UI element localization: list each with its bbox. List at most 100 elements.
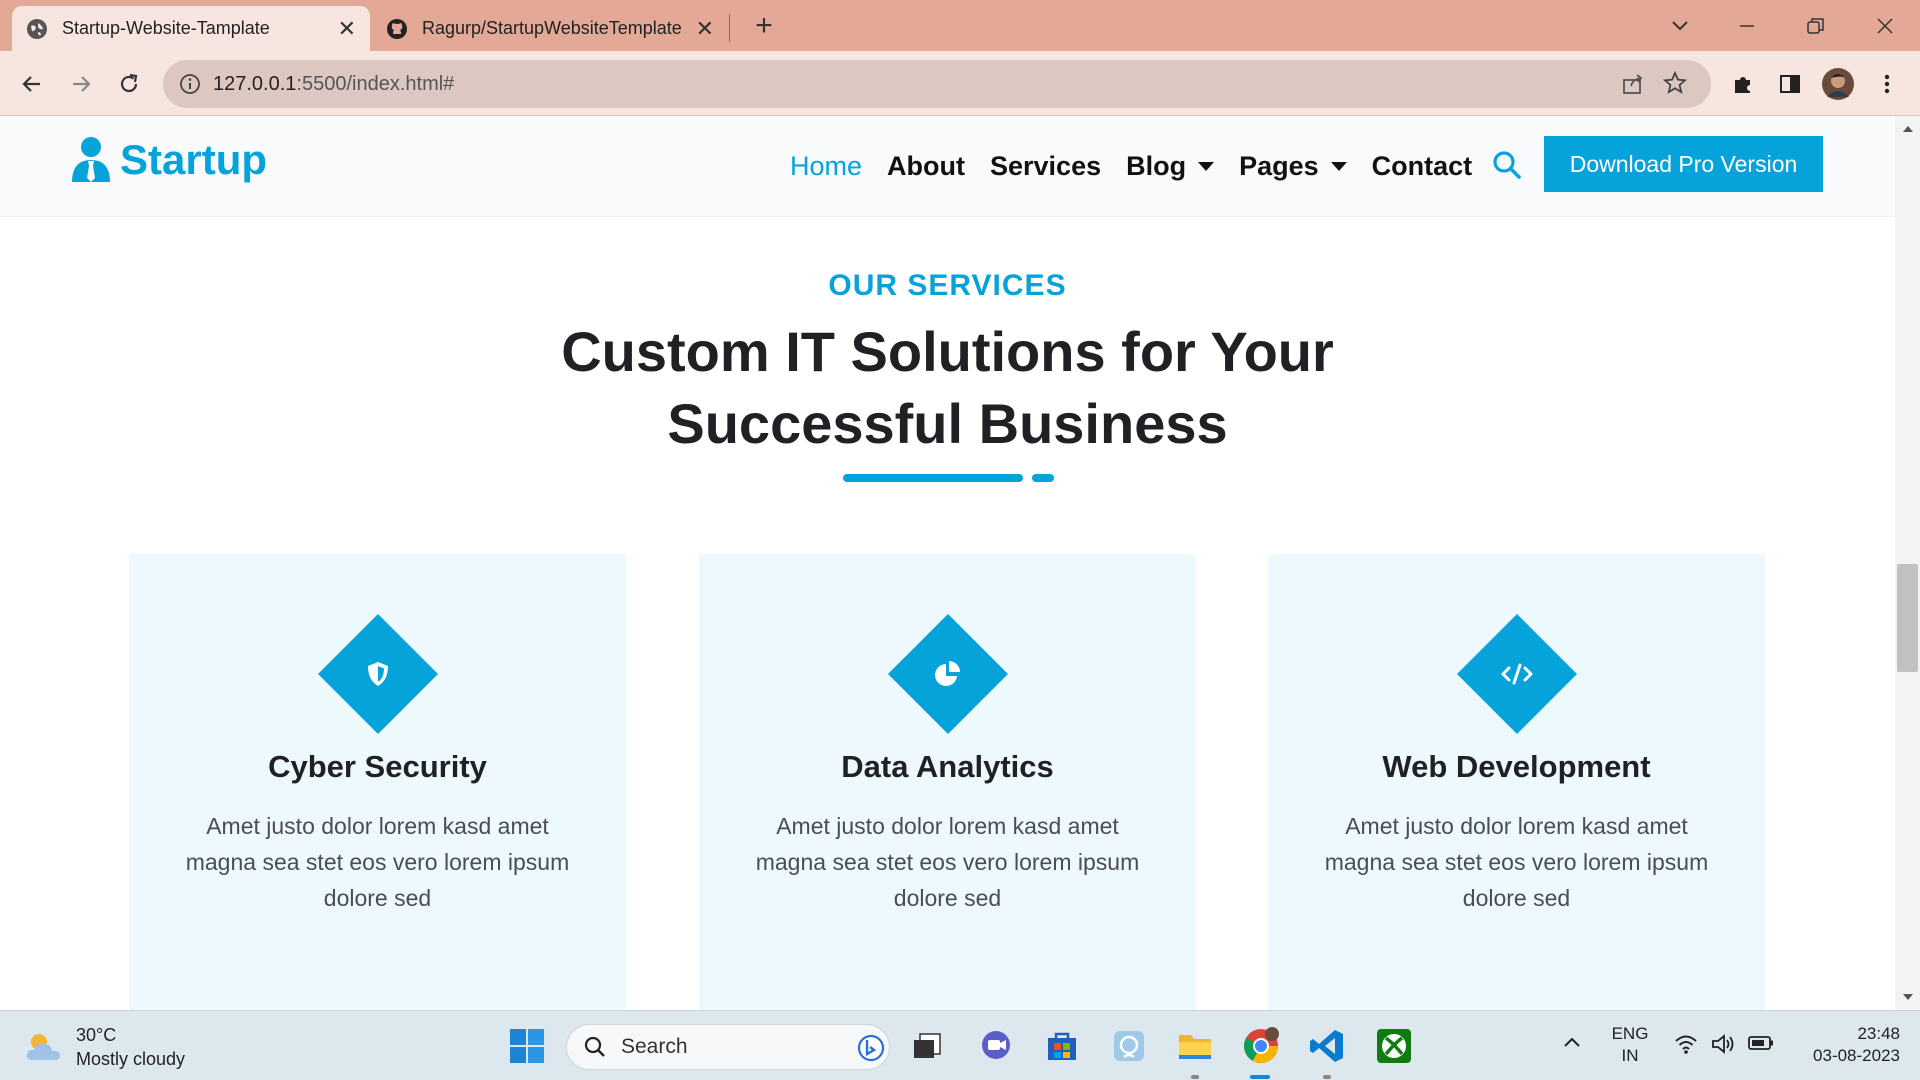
globe-icon	[26, 18, 48, 40]
browser-toolbar: 127.0.0.1:5500/index.html#	[0, 51, 1920, 116]
brand-logo[interactable]: Startup	[70, 136, 267, 184]
page-viewport: Startup Home About Services Blog Pages C…	[0, 116, 1920, 1010]
tab-title: Startup-Website-Tamplate	[62, 18, 270, 38]
clock-time: 23:48	[1857, 1024, 1900, 1043]
weather-desc: Mostly cloudy	[76, 1049, 186, 1069]
section-title: Custom IT Solutions for Your Successful …	[0, 316, 1895, 460]
nav-services[interactable]: Services	[990, 151, 1101, 182]
card-title: Cyber Security	[268, 749, 487, 784]
main-menu: Home About Services Blog Pages Contact	[790, 116, 1497, 216]
minimize-icon[interactable]	[1727, 8, 1767, 44]
search-label: Search	[621, 1035, 688, 1058]
vscode-icon[interactable]	[1306, 1025, 1348, 1067]
code-icon	[1457, 614, 1577, 734]
shield-icon	[318, 614, 438, 734]
weather-temp: 30°C	[76, 1025, 117, 1045]
tab-startup-website[interactable]: Startup-Website-Tamplate ✕	[12, 6, 370, 51]
pie-chart-icon	[888, 614, 1008, 734]
close-tab-icon[interactable]: ✕	[696, 16, 714, 42]
service-card-web-development: Web Development Amet justo dolor lorem k…	[1268, 554, 1765, 1010]
user-tie-icon	[72, 137, 110, 182]
card-title: Web Development	[1382, 749, 1651, 784]
profile-avatar[interactable]	[1819, 65, 1857, 103]
nav-pages[interactable]: Pages	[1239, 151, 1347, 182]
url-text: 127.0.0.1:5500/index.html#	[213, 72, 455, 95]
restore-icon[interactable]	[1796, 8, 1836, 44]
close-window-icon[interactable]	[1865, 8, 1905, 44]
section-title-line1: Custom IT Solutions for Your	[561, 320, 1334, 383]
volume-icon[interactable]	[1711, 1033, 1737, 1060]
brand-name: Startup	[120, 136, 267, 183]
extensions-puzzle-icon[interactable]	[1724, 65, 1762, 103]
language-code: ENG	[1611, 1024, 1649, 1043]
page-scrollbar[interactable]	[1895, 116, 1920, 1010]
card-description-line: dolore sed	[323, 885, 432, 911]
side-panel-icon[interactable]	[1771, 65, 1809, 103]
share-icon[interactable]	[1621, 72, 1645, 101]
new-tab-icon[interactable]: +	[744, 8, 784, 44]
language-indicator[interactable]: ENG IN	[1605, 1023, 1655, 1067]
tab-search-chevron-icon[interactable]	[1660, 8, 1700, 44]
nav-pages-label: Pages	[1239, 150, 1319, 181]
card-description: Amet justo dolor lorem kasd amet magna s…	[739, 808, 1156, 916]
back-arrow-icon[interactable]	[13, 65, 51, 103]
card-description-line: Amet justo dolor lorem kasd amet	[206, 813, 549, 839]
card-description-line: dolore sed	[893, 885, 1002, 911]
site-info-icon[interactable]	[179, 73, 201, 100]
microsoft-store-icon[interactable]	[1041, 1025, 1083, 1067]
scroll-down-arrow-icon[interactable]	[1902, 992, 1914, 1002]
section-eyebrow: OUR SERVICES	[828, 269, 1067, 302]
nav-contact[interactable]: Contact	[1372, 151, 1473, 182]
browser-tab-bar: Startup-Website-Tamplate ✕ Ragurp/Startu…	[0, 0, 1920, 51]
weather-widget[interactable]: 30°C Mostly cloudy	[24, 1023, 185, 1071]
clock-date: 03-08-2023	[1813, 1046, 1900, 1065]
search-icon[interactable]	[1490, 148, 1524, 182]
active-indicator	[1250, 1075, 1270, 1079]
title-underline-dot	[1032, 474, 1054, 482]
card-description-line: magna sea stet eos vero lorem ipsum	[1324, 849, 1709, 875]
card-title: Data Analytics	[841, 749, 1054, 784]
bing-chat-icon[interactable]	[857, 1034, 885, 1062]
nav-blog-label: Blog	[1126, 150, 1187, 181]
service-card-cyber-security: Cyber Security Amet justo dolor lorem ka…	[129, 554, 626, 1010]
caret-down-icon	[1330, 161, 1347, 171]
taskbar-search[interactable]: Search	[566, 1024, 890, 1070]
windows-start-icon[interactable]	[506, 1025, 548, 1067]
support-app-icon[interactable]	[1108, 1025, 1150, 1067]
github-icon	[386, 18, 408, 40]
tab-title: Ragurp/StartupWebsiteTemplate	[422, 18, 682, 38]
download-pro-button[interactable]: Download Pro Version	[1544, 136, 1823, 192]
card-description-line: magna sea stet eos vero lorem ipsum	[185, 849, 570, 875]
caret-down-icon	[1198, 161, 1215, 171]
card-description: Amet justo dolor lorem kasd amet magna s…	[1308, 808, 1725, 916]
teams-chat-icon[interactable]	[975, 1025, 1017, 1067]
nav-home[interactable]: Home	[790, 151, 862, 182]
clock[interactable]: 23:48 03-08-2023	[1790, 1023, 1900, 1067]
card-description-line: Amet justo dolor lorem kasd amet	[776, 813, 1119, 839]
nav-blog[interactable]: Blog	[1126, 150, 1215, 182]
task-view-icon[interactable]	[906, 1025, 948, 1067]
tray-overflow-chevron-icon[interactable]	[1562, 1035, 1582, 1054]
wifi-icon[interactable]	[1674, 1033, 1698, 1060]
tab-github-repo[interactable]: Ragurp/StartupWebsiteTemplate ✕	[372, 6, 728, 51]
bookmark-star-icon[interactable]	[1662, 70, 1688, 100]
scroll-up-arrow-icon[interactable]	[1902, 124, 1914, 134]
forward-arrow-icon[interactable]	[62, 65, 100, 103]
browser-menu-icon[interactable]	[1868, 65, 1906, 103]
battery-icon[interactable]	[1748, 1035, 1774, 1056]
section-title-line2: Successful Business	[667, 392, 1228, 455]
cloudy-weather-icon	[26, 1034, 60, 1060]
site-navbar: Startup Home About Services Blog Pages C…	[0, 116, 1895, 216]
close-tab-icon[interactable]: ✕	[338, 16, 356, 42]
windows-taskbar: 30°C Mostly cloudy Search ENG IN 23:48 0…	[0, 1010, 1920, 1080]
region-code: IN	[1621, 1046, 1639, 1065]
tab-divider	[729, 14, 730, 42]
scrollbar-thumb[interactable]	[1897, 564, 1918, 672]
chrome-icon[interactable]	[1240, 1025, 1282, 1067]
reload-icon[interactable]	[110, 65, 148, 103]
running-indicator	[1323, 1075, 1331, 1079]
xbox-icon[interactable]	[1373, 1025, 1415, 1067]
file-explorer-icon[interactable]	[1174, 1025, 1216, 1067]
nav-about[interactable]: About	[887, 151, 965, 182]
address-bar[interactable]: 127.0.0.1:5500/index.html#	[163, 60, 1711, 108]
